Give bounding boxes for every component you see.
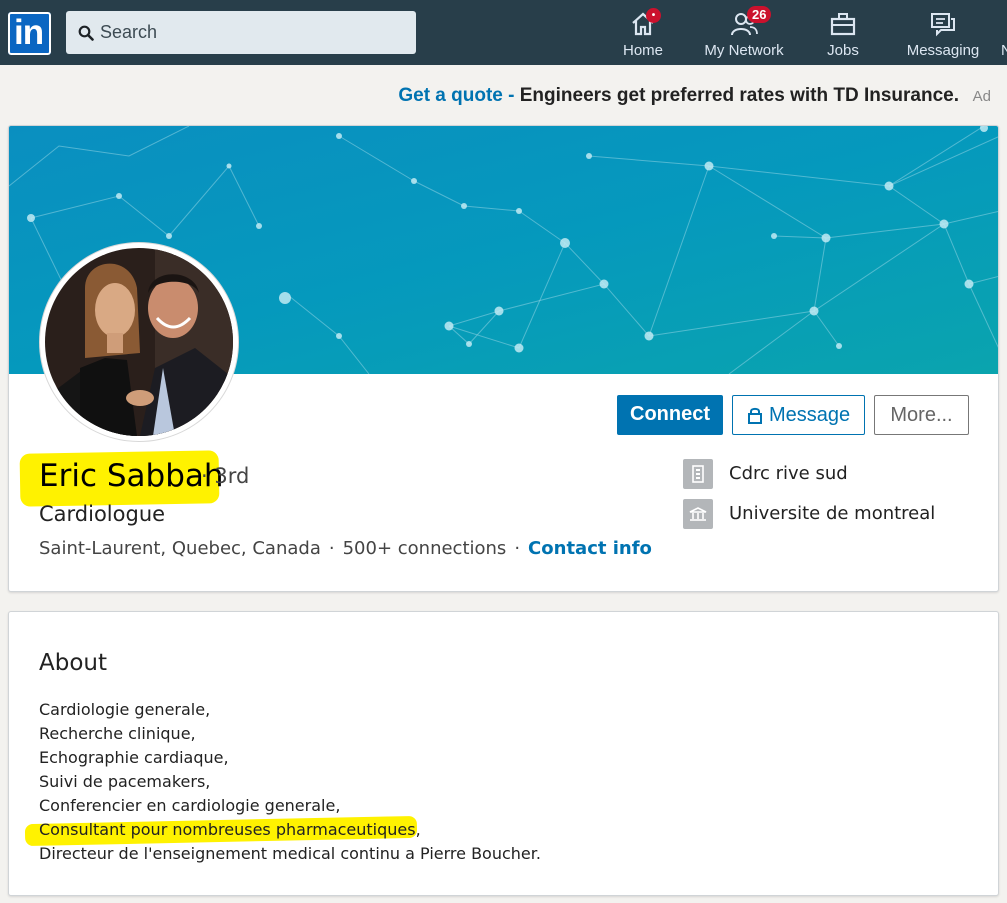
connection-degree: · 3rd <box>201 464 250 488</box>
search-input[interactable] <box>100 11 400 54</box>
contact-info-link[interactable]: Contact info <box>528 538 652 559</box>
nav-jobs[interactable]: Jobs <box>818 8 868 64</box>
profile-avatar[interactable] <box>40 243 238 441</box>
nav-notifications-label: N <box>1001 42 1007 59</box>
nav-my-network[interactable]: 26 My Network <box>700 6 788 64</box>
network-count-badge: 26 <box>747 6 772 23</box>
home-notification-badge: • <box>646 8 661 23</box>
about-line: Conferencier en cardiologie generale, <box>39 796 341 815</box>
ad-text: Get a quote - Engineers get preferred ra… <box>398 85 959 106</box>
briefcase-icon <box>830 13 856 36</box>
about-line: Recherche clinique, <box>39 724 196 743</box>
school-icon <box>683 499 713 529</box>
nav-home[interactable]: • Home <box>613 8 673 64</box>
nav-my-network-label: My Network <box>704 42 784 59</box>
top-nav: in • Home 26 My Network <box>0 0 1007 65</box>
messaging-icon <box>931 13 955 37</box>
linkedin-logo[interactable]: in <box>8 12 51 55</box>
nav-messaging[interactable]: Messaging <box>905 8 981 64</box>
about-text: Cardiologie generale, Recherche clinique… <box>24 698 541 866</box>
affiliation-company-name: Cdrc rive sud <box>729 463 848 484</box>
search-box[interactable] <box>66 11 416 54</box>
ad-message: Engineers get preferred rates with TD In… <box>519 85 959 106</box>
nav-notifications[interactable]: N <box>1000 8 1007 64</box>
about-title: About <box>39 650 108 676</box>
about-line: Cardiologie generale, <box>39 700 211 719</box>
about-line: Echographie cardiaque, <box>39 748 229 767</box>
profile-card: Connect Message More... Eric Sabbah · 3r… <box>8 125 999 592</box>
profile-name: Eric Sabbah <box>39 458 224 494</box>
search-icon <box>78 25 94 41</box>
about-line: Directeur de l'enseignement medical cont… <box>39 844 541 863</box>
profile-photo <box>45 248 233 436</box>
building-icon <box>683 459 713 489</box>
ad-label: Ad <box>972 88 991 105</box>
profile-connections[interactable]: 500+ connections <box>343 538 507 559</box>
ad-link[interactable]: Get a quote <box>398 85 503 106</box>
affiliation-school-name: Universite de montreal <box>729 503 936 524</box>
about-line-highlighted: Consultant pour nombreuses pharmaceutiqu… <box>24 815 541 847</box>
nav-jobs-label: Jobs <box>827 42 859 59</box>
ad-banner[interactable]: Get a quote - Engineers get preferred ra… <box>0 84 1007 110</box>
nav-messaging-label: Messaging <box>906 42 980 59</box>
more-button[interactable]: More... <box>874 395 969 435</box>
profile-headline: Cardiologue <box>39 502 166 526</box>
connect-button[interactable]: Connect <box>617 395 723 435</box>
message-button-label: Message <box>769 404 851 426</box>
lock-icon <box>748 407 762 424</box>
message-button[interactable]: Message <box>732 395 865 435</box>
profile-meta: Saint-Laurent, Quebec, Canada · 500+ conne… <box>39 538 652 559</box>
about-card: About Cardiologie generale, Recherche cl… <box>8 611 999 896</box>
profile-location: Saint-Laurent, Quebec, Canada <box>39 538 321 559</box>
about-line: Suivi de pacemakers, <box>39 772 211 791</box>
nav-home-label: Home <box>622 42 663 59</box>
